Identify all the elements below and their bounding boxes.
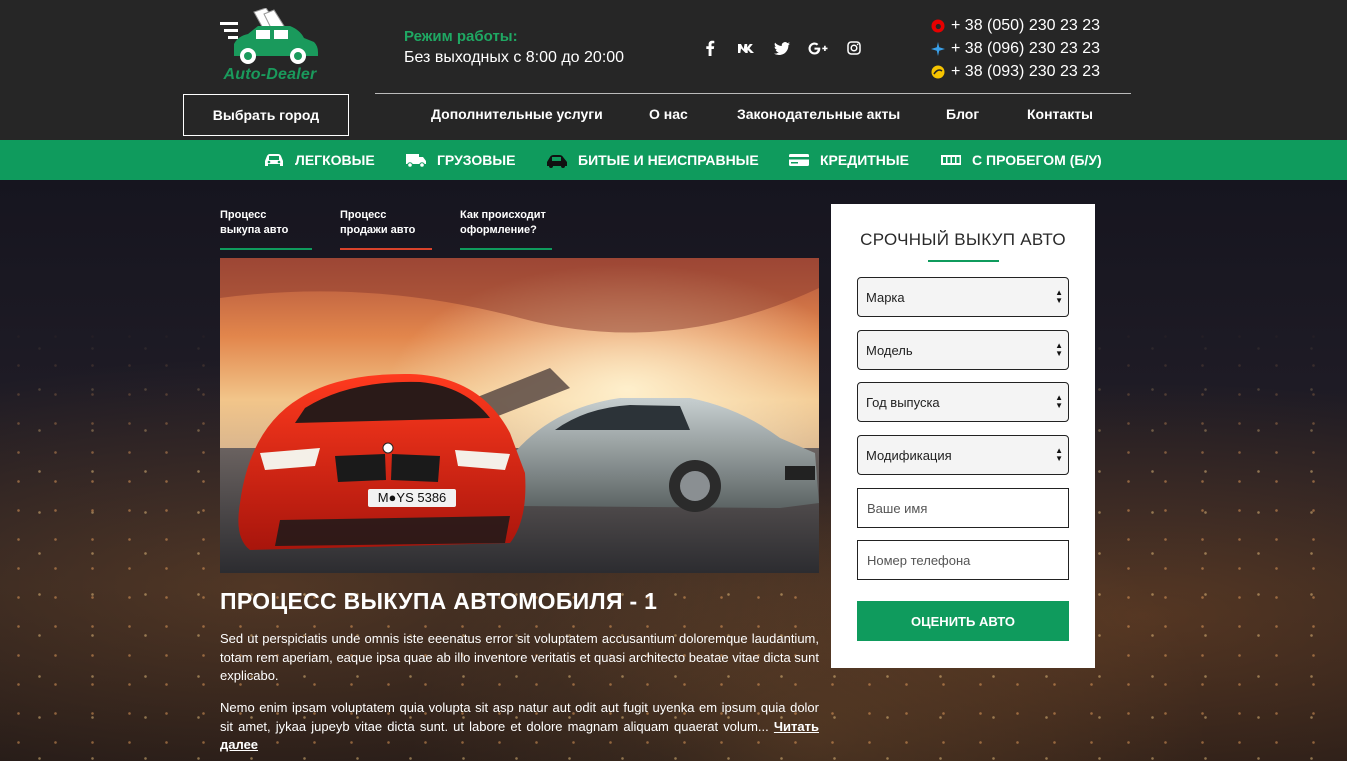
kyivstar-icon [931,41,945,56]
phone-kyivstar[interactable]: + 38 (096) 230 23 23 [931,37,1100,60]
year-select[interactable]: Год выпуска ▲ ▼ [857,382,1069,422]
make-select-value: Марка [866,289,905,305]
name-input[interactable] [857,488,1069,528]
category-label: С ПРОБЕГОМ (Б/У) [972,152,1102,168]
lifecell-icon [931,65,945,79]
site-header: Auto-Dealer Режим работы: Без выходных с… [0,0,1347,140]
tab-line2: оформление? [460,224,537,236]
article-paragraph: Nemo enim ipsam voluptatem quia volupta … [220,699,819,755]
category-label: ГРУЗОВЫЕ [437,152,516,168]
phone-lifecell[interactable]: + 38 (093) 230 23 23 [931,60,1100,83]
select-arrows-icon: ▲ ▼ [1055,446,1063,463]
category-label: КРЕДИТНЫЕ [820,152,909,168]
header-divider [375,93,1131,94]
instagram-icon[interactable] [836,38,872,58]
form-title-underline [928,260,999,262]
tab-sale-process[interactable]: Процесс продажи авто [340,208,432,250]
logo-car-icon [220,8,318,64]
logo[interactable]: Auto-Dealer [218,8,322,86]
tab-line1: Процесс [220,209,267,221]
nav-item-contacts[interactable]: Контакты [1027,106,1093,122]
tab-line1: Процесс [340,209,387,221]
facebook-icon[interactable] [692,38,728,58]
tab-buyout-process[interactable]: Процесс выкупа авто [220,208,312,250]
vodafone-icon [931,19,945,33]
tab-underline [220,248,312,250]
truck-icon [406,154,426,168]
tab-line2: продажи авто [340,224,416,236]
evaluate-car-button[interactable]: ОЦЕНИТЬ АВТО [857,601,1069,641]
google-plus-icon[interactable] [800,38,836,58]
article-image: M●YS 5386 [220,258,819,573]
tab-line2: выкупа авто [220,224,289,236]
nav-item-about[interactable]: О нас [649,106,688,122]
logo-text: Auto-Dealer [223,66,317,83]
phone-number: + 38 (050) 230 23 23 [951,16,1101,34]
make-select[interactable]: Марка ▲ ▼ [857,277,1069,317]
nav-item-services[interactable]: Дополнительные услуги [431,106,603,122]
working-hours: Режим работы: Без выходных с 8:00 до 20:… [404,28,624,67]
nav-item-blog[interactable]: Блог [946,106,979,122]
license-plate: M●YS 5386 [378,490,447,505]
category-bar: ЛЕГКОВЫЕ ГРУЗОВЫЕ БИТЫЕ И НЕИСПРАВНЫЕ КР… [0,140,1347,180]
model-select-value: Модель [866,342,913,358]
phone-vodafone[interactable]: + 38 (050) 230 23 23 [931,14,1100,37]
select-city-button[interactable]: Выбрать город [183,94,349,136]
article-title: ПРОЦЕСС ВЫКУПА АВТОМОБИЛЯ - 1 [220,588,658,614]
category-credit[interactable]: КРЕДИТНЫЕ [788,140,909,180]
form-title: СРОЧНЫЙ ВЫКУП АВТО [860,230,1066,249]
select-arrows-icon: ▲ ▼ [1055,393,1063,410]
vk-icon[interactable] [728,38,764,58]
broken-car-icon [547,155,567,168]
select-arrows-icon: ▲ ▼ [1055,341,1063,358]
category-passenger[interactable]: ЛЕГКОВЫЕ [263,140,375,180]
tab-underline [460,248,552,250]
year-select-value: Год выпуска [866,394,940,410]
hours-title: Режим работы: [404,28,518,45]
phone-list: + 38 (050) 230 23 23 + 38 (096) 230 23 2… [931,14,1100,83]
hours-text: Без выходных с 8:00 до 20:00 [404,49,625,66]
phone-number: + 38 (096) 230 23 23 [951,39,1101,57]
nav-item-laws[interactable]: Законодательные акты [737,106,900,122]
social-links [696,38,872,58]
article-paragraph: Sed ut perspiciatis unde omnis iste eeen… [220,631,819,683]
select-arrows-icon: ▲ ▼ [1055,288,1063,305]
article-paragraph-text: Nemo enim ipsam voluptatem quia volupta … [220,700,819,734]
buyout-form: СРОЧНЫЙ ВЫКУП АВТО Марка ▲ ▼ Модель ▲ ▼ Го… [831,204,1095,668]
category-label: ЛЕГКОВЫЕ [295,152,375,168]
category-used[interactable]: С ПРОБЕГОМ (Б/У) [940,140,1102,180]
twitter-icon[interactable] [764,38,800,58]
modification-select-value: Модификация [866,447,952,463]
credit-card-icon [789,154,809,166]
phone-input[interactable] [857,540,1069,580]
car-icon [265,154,283,166]
odometer-icon [941,155,961,165]
category-label: БИТЫЕ И НЕИСПРАВНЫЕ [578,152,759,168]
modification-select[interactable]: Модификация ▲ ▼ [857,435,1069,475]
category-trucks[interactable]: ГРУЗОВЫЕ [405,140,515,180]
phone-number: + 38 (093) 230 23 23 [951,62,1101,80]
model-select[interactable]: Модель ▲ ▼ [857,330,1069,370]
tab-underline [340,248,432,250]
tab-paperwork[interactable]: Как происходит оформление? [460,208,552,250]
category-damaged[interactable]: БИТЫЕ И НЕИСПРАВНЫЕ [546,140,759,180]
tab-line1: Как происходит [460,209,546,221]
